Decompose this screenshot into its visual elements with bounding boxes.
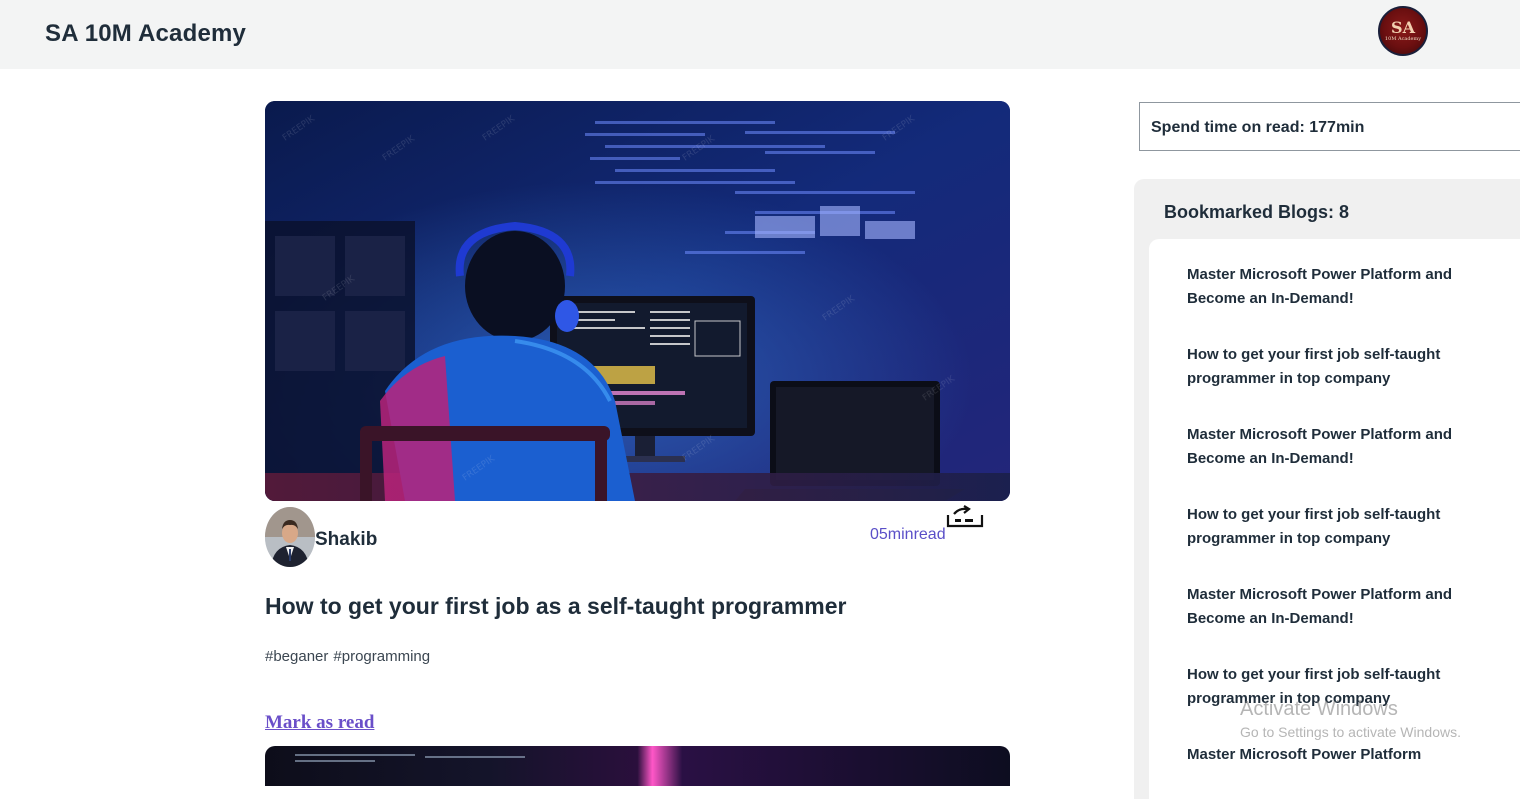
spend-time-box: Spend time on read: 177min (1139, 102, 1520, 151)
bookmark-item[interactable]: How to get your first job self-taught pr… (1187, 663, 1477, 711)
top-navbar: SA 10M Academy SA 10M Academy (0, 0, 1520, 69)
tag: #beganer (265, 648, 329, 665)
author-avatar (265, 507, 315, 567)
bookmark-item[interactable]: Master Microsoft Power Platform and Beco… (1187, 263, 1477, 311)
mark-as-read-link[interactable]: Mark as read (265, 712, 374, 734)
blog-title: How to get your first job as a self-taug… (265, 593, 847, 619)
author-name: Shakib (315, 529, 378, 550)
bookmarks-heading: Bookmarked Blogs: 8 (1164, 202, 1350, 222)
profile-logo-avatar[interactable]: SA 10M Academy (1378, 6, 1428, 56)
blog-tags: #beganer #programming (265, 648, 435, 665)
blog-cover-image: FREEPIK FREEPIK FREEPIK FREEPIK FREEPIK … (265, 101, 1010, 501)
bookmark-item[interactable]: How to get your first job self-taught pr… (1187, 343, 1477, 391)
bookmark-item[interactable]: Master Microsoft Power Platform (1187, 743, 1477, 767)
bookmark-item[interactable]: Master Microsoft Power Platform and Beco… (1187, 423, 1477, 471)
bookmark-item[interactable]: Master Microsoft Power Platform and Beco… (1187, 583, 1477, 631)
read-time: 05minread (870, 526, 946, 543)
next-blog-cover-image (265, 746, 1010, 786)
logo-text: SA (1391, 18, 1415, 37)
bookmark-item[interactable]: How to get your first job self-taught pr… (1187, 503, 1477, 551)
tag: #programming (333, 648, 431, 665)
logo-subtext: 10M Academy (1384, 36, 1422, 42)
brand-title[interactable]: SA 10M Academy (45, 20, 246, 48)
bookmark-icon[interactable] (945, 505, 985, 529)
